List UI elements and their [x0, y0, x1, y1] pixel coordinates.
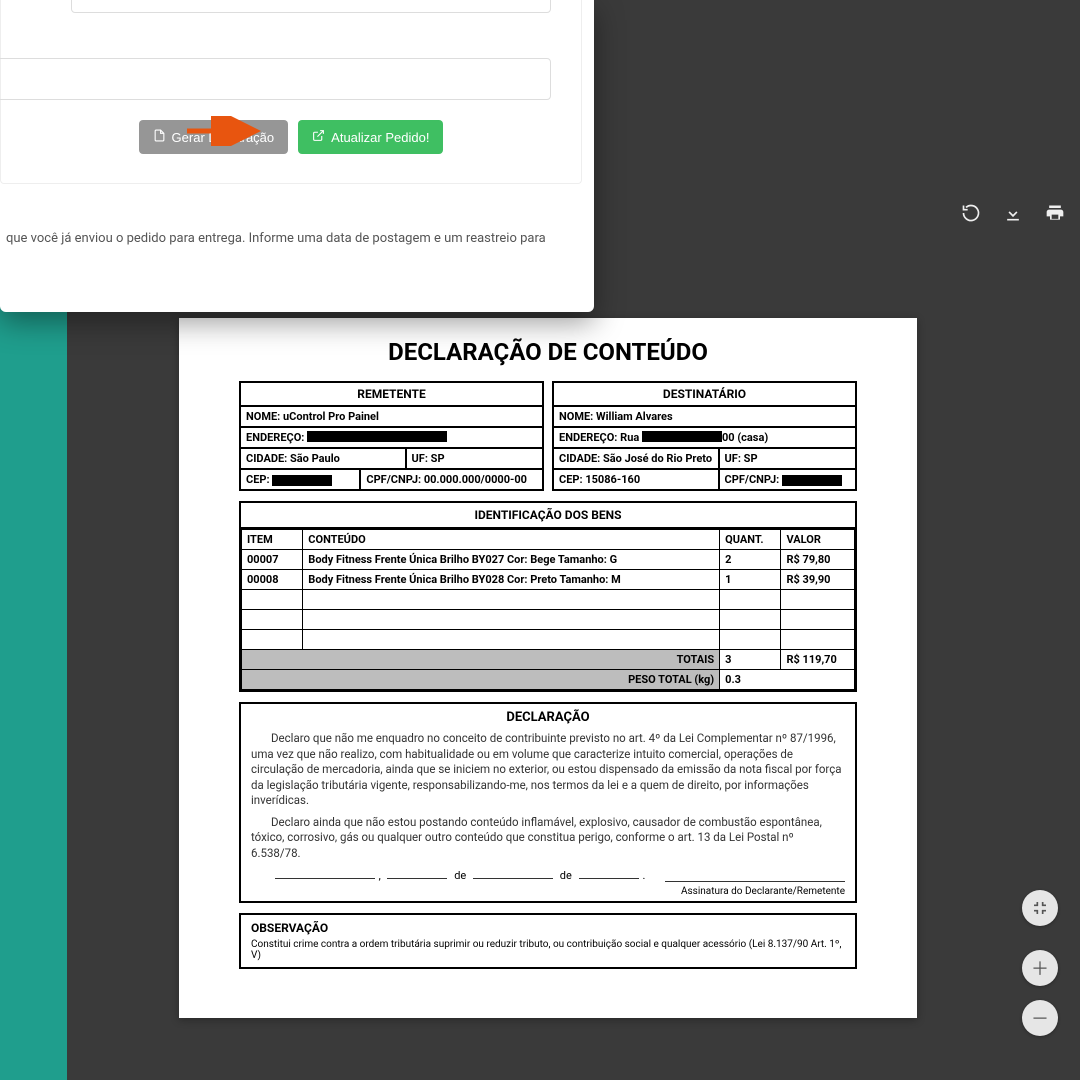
zoom-out-button[interactable]: －	[1022, 1000, 1058, 1036]
sig-label: Assinatura do Declarante/Remetente	[251, 886, 845, 897]
dest-nome: William Alvares	[596, 410, 673, 423]
rem-end-redacted	[307, 431, 447, 442]
zoom-in-button[interactable]: ＋	[1022, 950, 1058, 986]
observacao-box: OBSERVAÇÃO Constitui crime contra a orde…	[239, 913, 857, 969]
totais-quant: 3	[720, 650, 781, 670]
totais-label: TOTAIS	[242, 650, 720, 670]
fit-page-button[interactable]	[1022, 890, 1058, 926]
totais-valor: R$ 119,70	[781, 650, 855, 670]
obs-header: OBSERVAÇÃO	[251, 921, 845, 935]
rotate-icon[interactable]	[961, 203, 981, 228]
rem-cep-label: CEP:	[246, 473, 270, 486]
dest-cidade: São José do Rio Preto	[603, 452, 712, 465]
table-row	[242, 590, 855, 610]
rem-uf: SP	[431, 452, 445, 465]
destinatario-box: DESTINATÁRIO NOME: William Alvares ENDER…	[552, 381, 857, 491]
goods-header: IDENTIFICAÇÃO DOS BENS	[241, 503, 855, 529]
rem-end-label: ENDEREÇO:	[246, 431, 304, 444]
dest-end-redacted	[642, 431, 722, 442]
dest-cep: 15086-160	[585, 473, 640, 486]
decl-p1: Declaro que não me enquadro no conceito …	[251, 731, 845, 809]
peso-value: 0.3	[720, 670, 855, 690]
dest-nome-label: NOME:	[559, 410, 593, 423]
form-card: Gerar Declaração Atualizar Pedido!	[0, 0, 582, 184]
remetente-box: REMETENTE NOME: uControl Pro Painel ENDE…	[239, 381, 544, 491]
decl-p2: Declaro ainda que não estou postando con…	[251, 815, 845, 862]
atualizar-label: Atualizar Pedido!	[331, 130, 429, 145]
atualizar-pedido-button[interactable]: Atualizar Pedido!	[298, 120, 443, 154]
table-row	[242, 610, 855, 630]
col-valor: VALOR	[781, 530, 855, 550]
table-row: 00007 Body Fitness Frente Única Brilho B…	[242, 550, 855, 570]
share-icon	[312, 129, 325, 145]
col-quant: QUANT.	[720, 530, 781, 550]
dest-header: DESTINATÁRIO	[554, 383, 855, 407]
info-text: que você já enviou o pedido para entrega…	[0, 229, 582, 249]
rem-cidade-label: CIDADE:	[246, 452, 287, 465]
download-icon[interactable]	[1003, 203, 1023, 228]
col-item: ITEM	[242, 530, 303, 550]
table-row: 00008 Body Fitness Frente Única Brilho B…	[242, 570, 855, 590]
col-conteudo: CONTEÚDO	[303, 530, 720, 550]
rem-nome-label: NOME:	[246, 410, 280, 423]
dest-uf: SP	[744, 452, 758, 465]
rem-cpf-label: CPF/CNPJ:	[366, 473, 421, 486]
dest-cidade-label: CIDADE:	[559, 452, 600, 465]
table-row	[242, 630, 855, 650]
peso-label: PESO TOTAL (kg)	[242, 670, 720, 690]
decl-header: DECLARAÇÃO	[251, 710, 845, 725]
overlay-card: Gerar Declaração Atualizar Pedido! que v…	[0, 0, 594, 312]
dest-end-prefix: Rua	[620, 431, 639, 444]
rem-cpf: 00.000.000/0000-00	[424, 473, 527, 486]
input-stub[interactable]	[71, 0, 551, 13]
document-icon	[153, 129, 166, 145]
rem-nome: uControl Pro Painel	[283, 410, 379, 423]
goods-box: IDENTIFICAÇÃO DOS BENS ITEM CONTEÚDO QUA…	[239, 501, 857, 692]
obs-text: Constitui crime contra a ordem tributári…	[251, 939, 845, 961]
textarea-stub[interactable]	[0, 58, 551, 100]
remetente-header: REMETENTE	[241, 383, 542, 407]
signature-row: , de de .	[251, 869, 845, 882]
rem-uf-label: UF:	[412, 452, 428, 465]
dest-cpf-label: CPF/CNPJ:	[725, 473, 780, 486]
dest-cep-label: CEP:	[559, 473, 583, 486]
pdf-page: DECLARAÇÃO DE CONTEÚDO REMETENTE NOME: u…	[179, 318, 917, 1018]
declaracao-box: DECLARAÇÃO Declaro que não me enquadro n…	[239, 702, 857, 903]
dest-cpf-redacted	[782, 475, 842, 486]
dest-end-suffix: 00 (casa)	[722, 431, 768, 444]
dest-end-label: ENDEREÇO:	[559, 431, 617, 444]
arrow-annotation	[187, 116, 265, 146]
rem-cep-redacted	[272, 475, 332, 486]
rem-cidade: São Paulo	[290, 452, 340, 465]
print-icon[interactable]	[1045, 203, 1065, 228]
goods-table: ITEM CONTEÚDO QUANT. VALOR 00007 Body Fi…	[241, 529, 855, 690]
dest-uf-label: UF:	[725, 452, 741, 465]
doc-title: DECLARAÇÃO DE CONTEÚDO	[239, 338, 857, 366]
